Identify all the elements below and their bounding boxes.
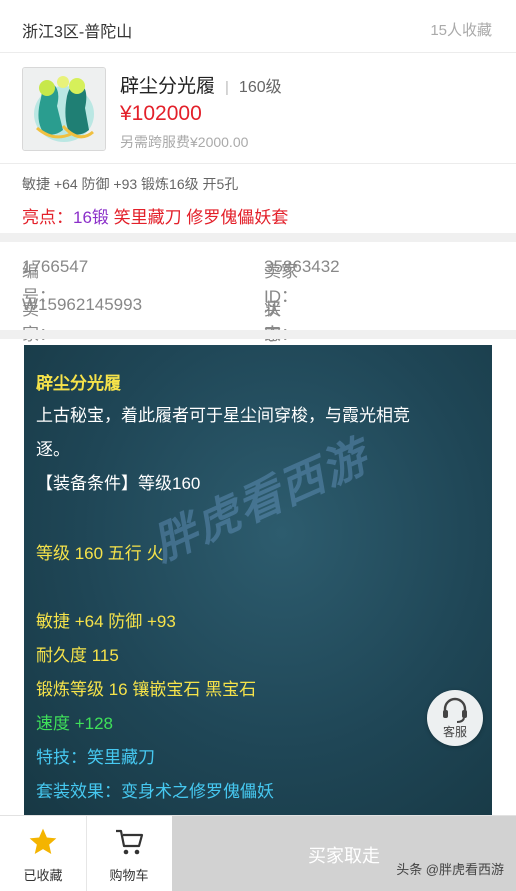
watermark: 胖虎看西游 — [145, 431, 376, 571]
detail-forge: 锻炼等级 16 镶嵌宝石 黑宝石 — [36, 680, 257, 699]
detail-durability: 耐久度 115 — [36, 646, 119, 665]
cart-icon — [116, 829, 144, 855]
bottom-action-bar: 已收藏 购物车 买家取走 — [0, 815, 516, 891]
highlight-label: 亮点： — [22, 208, 73, 227]
favorite-button[interactable]: 已收藏 — [0, 816, 87, 891]
seller-value: W15962145993 — [22, 295, 143, 314]
detail-set-effect: 套装效果：变身术之修罗傀儡妖 — [36, 782, 274, 801]
favorite-label: 已收藏 — [23, 868, 63, 883]
cart-label: 购物车 — [109, 868, 149, 883]
detail-speed: 速度 +128 — [36, 714, 114, 733]
credit-watermark: 头条 @胖虎看西游 — [396, 862, 504, 877]
seller-id-value: 35863432 — [264, 257, 340, 276]
item-highlights: 亮点：16锻 笑里藏刀 修罗傀儡妖套 — [22, 203, 516, 228]
detail-description-cont: 逐。 — [36, 440, 70, 459]
section-divider — [0, 233, 516, 242]
detail-requirement: 【装备条件】等级160 — [36, 474, 201, 493]
item-level: 160级 — [238, 79, 282, 96]
detail-skill: 特技：笑里藏刀 — [36, 748, 155, 767]
detail-title: 辟尘分光履 — [36, 374, 121, 393]
item-summary: 辟尘分光履 | 160级 ¥102000 另需跨服费¥2000.00 — [0, 53, 516, 164]
server-name: 浙江3区-普陀山 — [22, 24, 133, 41]
item-name: 辟尘分光履 — [120, 76, 216, 97]
detail-attributes: 敏捷 +64 防御 +93 — [36, 612, 176, 631]
customer-service-button[interactable]: 客服 — [427, 690, 483, 746]
item-detail-panel: 胖虎看西游 辟尘分光履 上古秘宝，着此履者可于星尘间穿梭，与霞光相竞 逐。 【装… — [24, 345, 492, 815]
section-divider — [0, 330, 516, 339]
header: 浙江3区-普陀山 15人收藏 — [0, 0, 516, 53]
highlight-forge: 16锻 — [73, 208, 109, 227]
cart-button[interactable]: 购物车 — [86, 816, 173, 891]
title-separator: | — [225, 79, 229, 96]
headset-icon — [443, 697, 467, 723]
item-thumbnail-boots[interactable] — [22, 67, 106, 151]
star-icon — [29, 828, 57, 854]
item-stats: 敏捷 +64 防御 +93 锻炼16级 开5孔 — [22, 176, 239, 192]
cross-server-fee: 另需跨服费¥2000.00 — [120, 134, 249, 150]
buy-button[interactable]: 买家取走 — [172, 816, 516, 891]
detail-description: 上古秘宝，着此履者可于星尘间穿梭，与霞光相竞 — [36, 406, 410, 425]
listing-info: 编 号：1766547 卖家ID：35863432 卖 家：W159621459… — [0, 242, 516, 394]
highlight-skill: 笑里藏刀 — [113, 208, 182, 227]
listing-id-value: 1766547 — [22, 257, 89, 276]
item-price: ¥102000 — [120, 102, 202, 125]
detail-level-element: 等级 160 五行 火 — [36, 544, 164, 563]
item-title: 辟尘分光履 | 160级 — [120, 71, 282, 98]
highlight-set: 修罗傀儡妖套 — [186, 208, 289, 227]
customer-service-label: 客服 — [442, 725, 467, 739]
favorite-count: 15人收藏 — [430, 22, 492, 39]
